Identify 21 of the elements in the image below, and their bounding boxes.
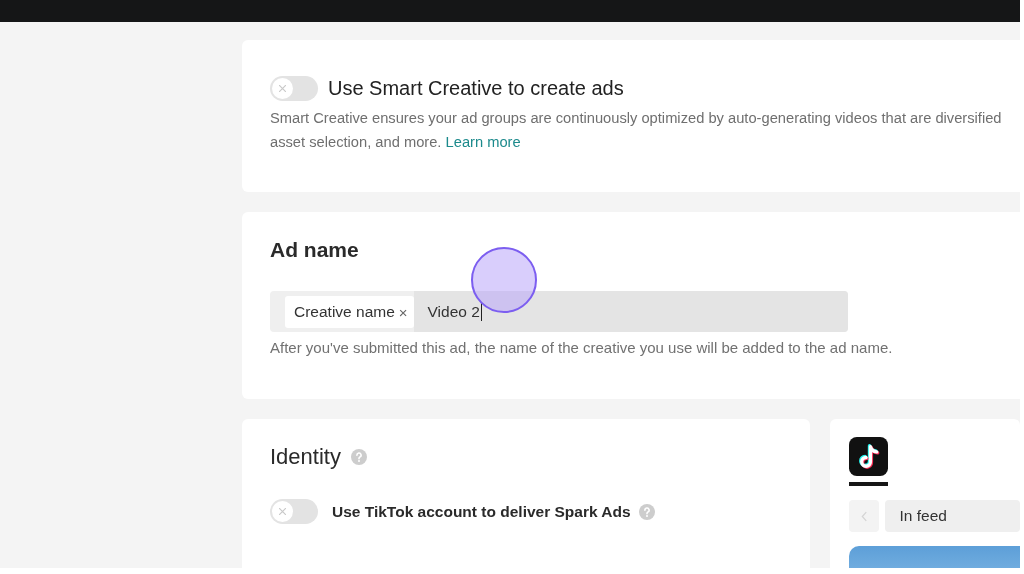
ad-name-input[interactable]: Video 2	[413, 291, 848, 332]
chevron-left-icon	[861, 510, 868, 522]
placement-tab[interactable]	[849, 437, 889, 486]
ad-name-field[interactable]: Creative name × Video 2	[270, 291, 848, 332]
spark-ads-label: Use TikTok account to deliver Spark Ads	[332, 502, 631, 521]
remove-tag-button[interactable]: ×	[396, 303, 410, 321]
cross-icon	[279, 508, 286, 515]
toggle-switch[interactable]	[270, 499, 318, 524]
view-selector[interactable]: In feed	[885, 500, 1020, 532]
cross-icon	[279, 84, 286, 92]
section-title: Identity	[270, 443, 341, 471]
help-icon[interactable]	[638, 503, 655, 520]
section-title: Use Smart Creative to create ads	[328, 76, 624, 101]
description-text: Smart Creative ensures your ad groups are continuously optimized by auto-generating videos that are diversified asset selection, and more. Learn more	[270, 109, 1003, 152]
section-title: Ad name	[270, 237, 360, 263]
learn-more-link[interactable]: Learn more	[445, 134, 521, 150]
hint-text: After you've submitted this ad, the name of the creative you use will be added to the ad name.	[270, 338, 894, 358]
toggle-switch[interactable]	[270, 75, 318, 101]
tag-label: Creative name	[294, 303, 395, 321]
music-note-logo-icon	[849, 437, 889, 476]
help-icon[interactable]	[350, 449, 367, 465]
